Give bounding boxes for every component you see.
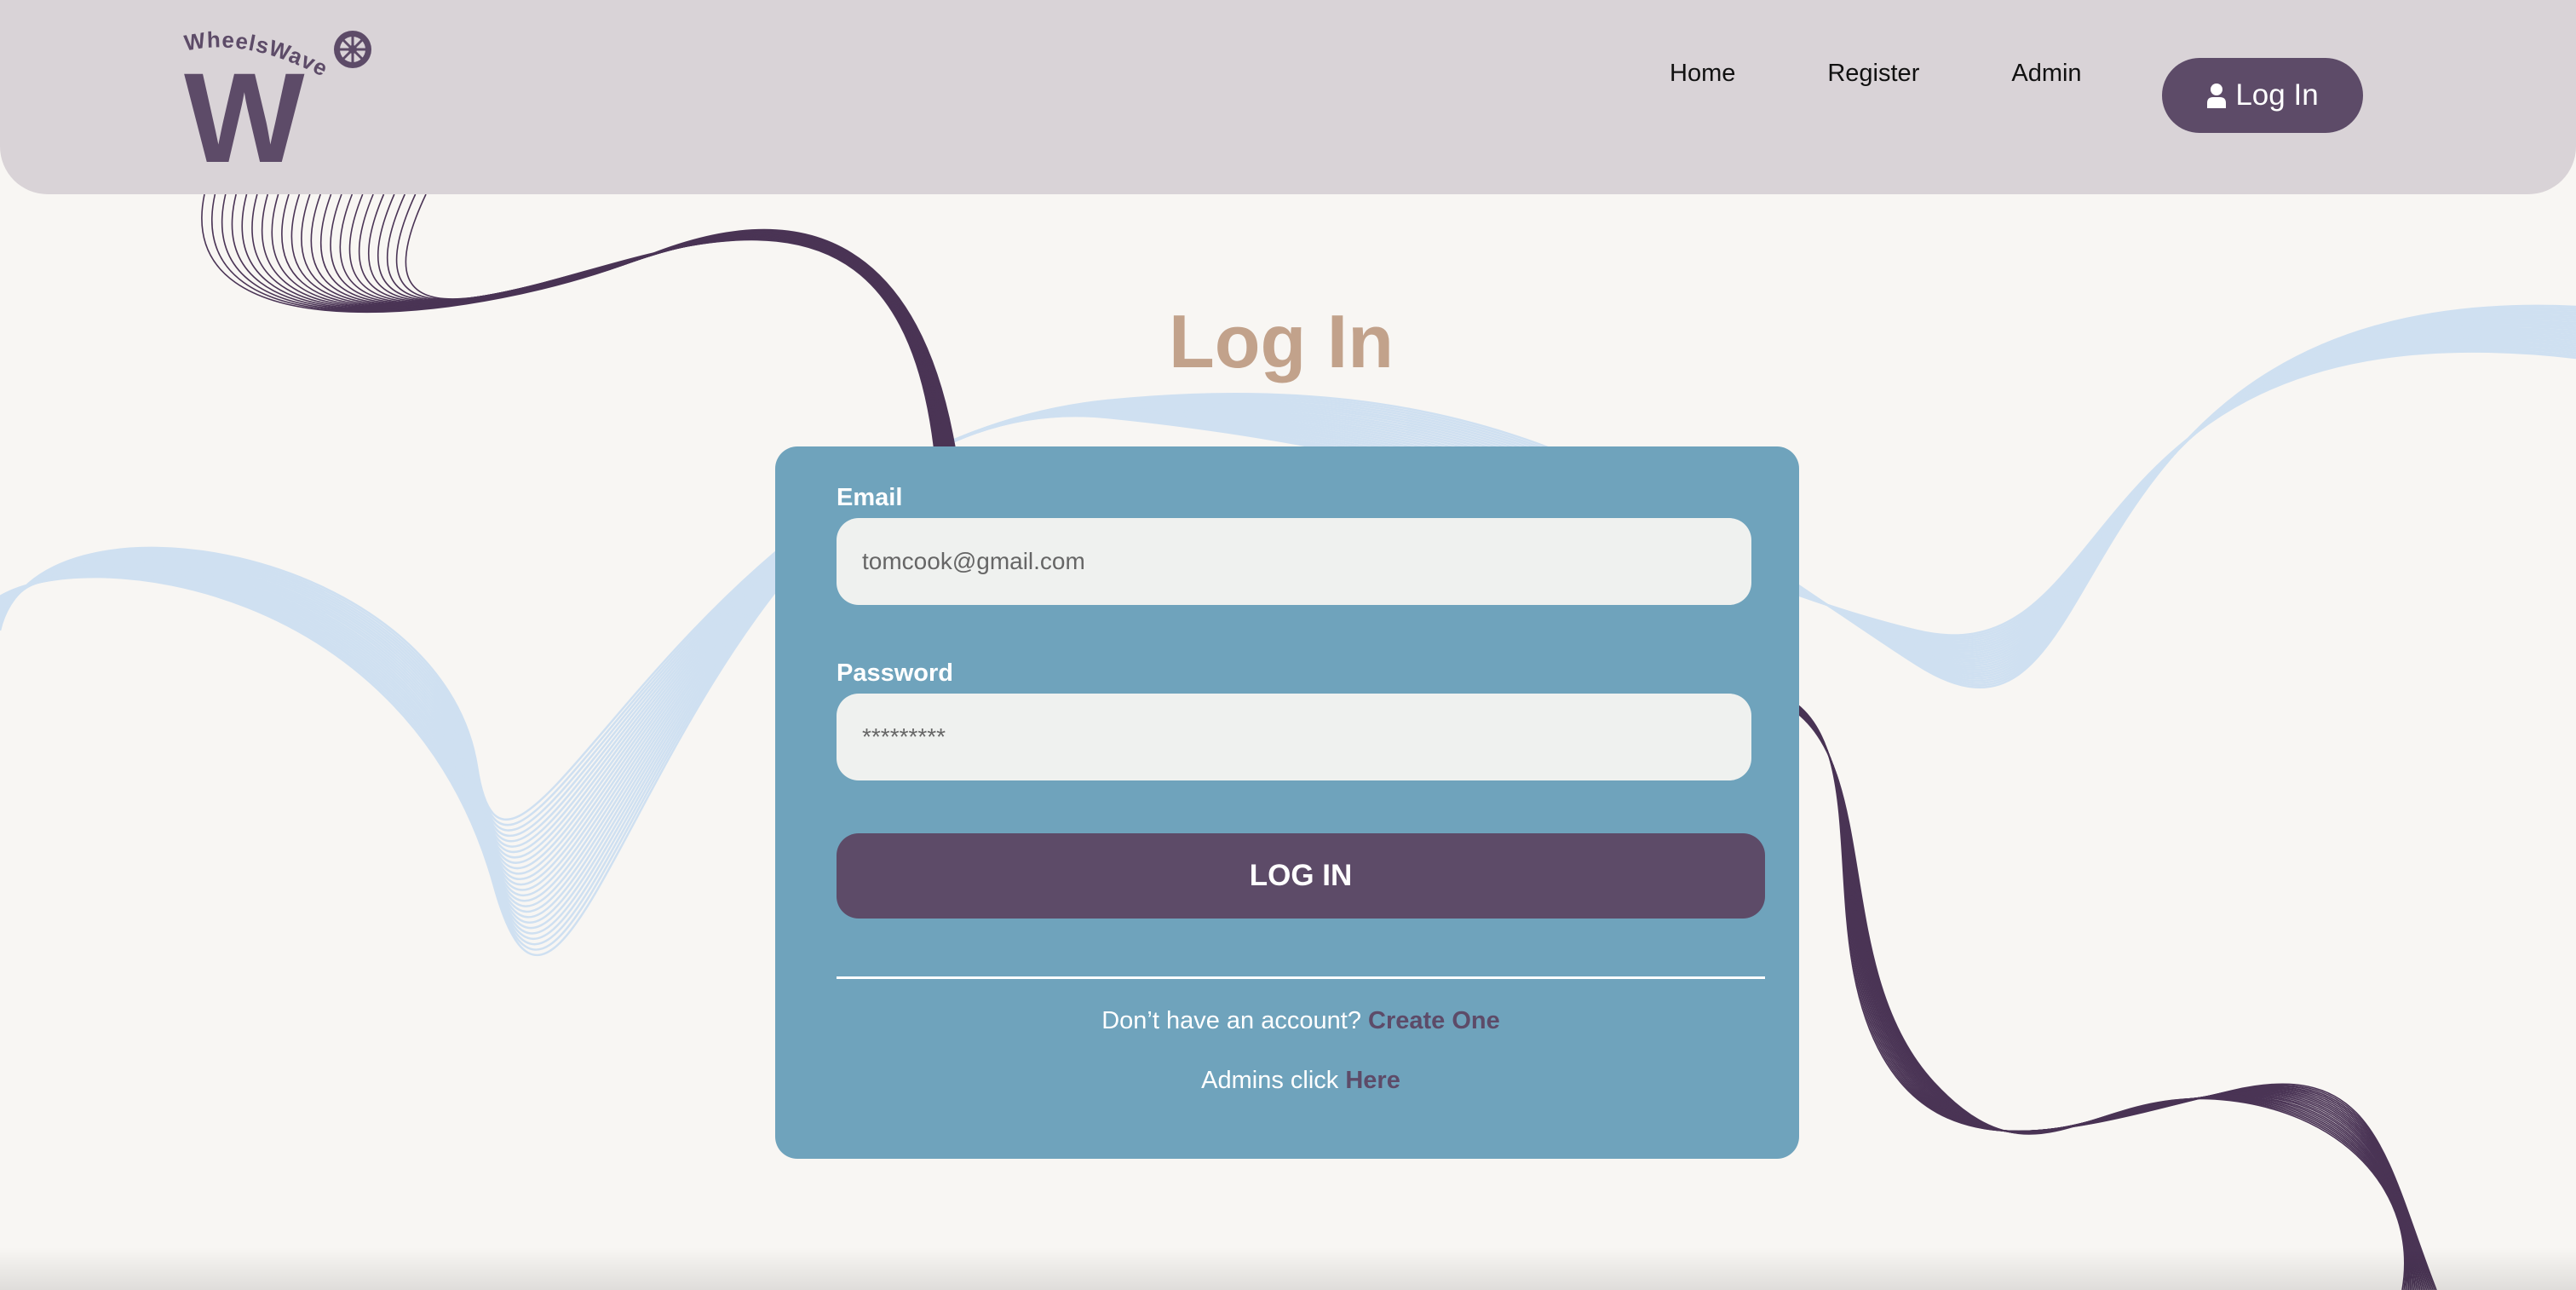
password-label: Password: [837, 659, 953, 687]
top-navbar: WheelsWave W Home Register Admin Log In: [0, 0, 2576, 194]
signup-prompt-text: Don’t have an account?: [1101, 1007, 1361, 1034]
admin-prompt-text: Admins click: [1201, 1067, 1339, 1094]
email-value: tomcook@gmail.com: [862, 548, 1085, 574]
login-submit-button[interactable]: LOG IN: [837, 833, 1765, 919]
email-label: Email: [837, 484, 903, 511]
admin-prompt: Admins click Here: [837, 1067, 1765, 1095]
wheel-icon: [334, 31, 371, 68]
user-icon: [2207, 84, 2227, 108]
nav-links: Home Register Admin: [1670, 60, 2082, 88]
nav-home-link[interactable]: Home: [1670, 60, 1735, 88]
nav-login-button[interactable]: Log In: [2162, 58, 2363, 133]
create-account-link[interactable]: Create One: [1368, 1007, 1500, 1034]
password-field[interactable]: *********: [837, 694, 1751, 780]
wheelswave-logo[interactable]: WheelsWave W: [179, 26, 380, 167]
signup-prompt: Don’t have an account? Create One: [837, 1007, 1765, 1035]
email-field[interactable]: tomcook@gmail.com: [837, 518, 1751, 605]
page-title-text: Log In: [1169, 299, 1394, 383]
nav-register-link[interactable]: Register: [1827, 60, 1919, 88]
bottom-shadow: [0, 1247, 2576, 1290]
divider: [837, 976, 1765, 979]
admin-here-link[interactable]: Here: [1345, 1067, 1400, 1094]
login-submit-label: LOG IN: [1249, 859, 1353, 892]
svg-text:W: W: [184, 46, 305, 167]
nav-admin-link[interactable]: Admin: [2011, 60, 2081, 88]
page: WheelsWave W Home Register Admin Log In …: [0, 0, 2576, 1290]
page-title: Log In: [0, 298, 2576, 385]
nav-login-label: Log In: [2235, 78, 2319, 112]
password-value: *********: [862, 723, 946, 750]
login-card: Email tomcook@gmail.com Password *******…: [775, 446, 1799, 1159]
